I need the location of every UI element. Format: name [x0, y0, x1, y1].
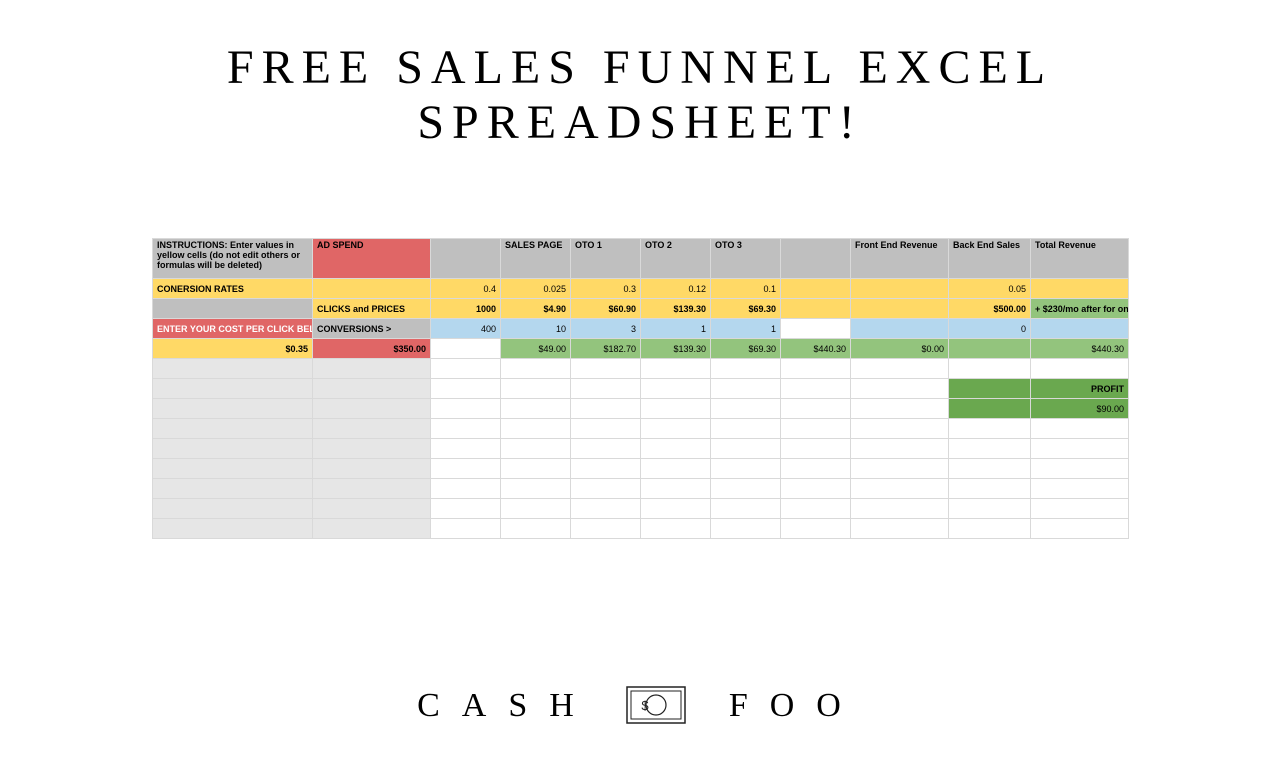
clicks-prices-row: CLICKS and PRICES 1000 $4.90 $60.90 $139… — [153, 299, 1129, 319]
footer-logo: CASH $ FOO — [0, 686, 1280, 730]
cell[interactable]: 0.3 — [571, 279, 641, 299]
cell: 1 — [711, 319, 781, 339]
cell: $182.70 — [571, 339, 641, 359]
cell: $49.00 — [501, 339, 571, 359]
cell[interactable]: 0.4 — [431, 279, 501, 299]
cell[interactable]: 0.025 — [501, 279, 571, 299]
blank-row — [153, 479, 1129, 499]
blank-row — [153, 419, 1129, 439]
cell[interactable]: $69.30 — [711, 299, 781, 319]
cell — [949, 379, 1031, 399]
bes-header: Back End Sales — [949, 239, 1031, 279]
profit-label-row: PROFIT — [153, 379, 1129, 399]
blank-row — [153, 439, 1129, 459]
cpc-prompt: ENTER YOUR COST PER CLICK BELOW — [153, 319, 313, 339]
adspend-header: AD SPEND — [313, 239, 431, 279]
cell — [781, 319, 851, 339]
cell — [1031, 319, 1129, 339]
cell[interactable]: $139.30 — [641, 299, 711, 319]
clicksprices-label: CLICKS and PRICES — [313, 299, 431, 319]
blank-col-h — [781, 239, 851, 279]
blank-col-c — [431, 239, 501, 279]
bes-value: $0.00 — [851, 339, 949, 359]
oto1-header: OTO 1 — [571, 239, 641, 279]
totalrev-header: Total Revenue — [1031, 239, 1129, 279]
total-value: $440.30 — [1031, 339, 1129, 359]
cell — [851, 319, 949, 339]
cpc-input[interactable]: $0.35 — [153, 339, 313, 359]
cell: $69.30 — [711, 339, 781, 359]
cell — [949, 339, 1031, 359]
conversions-label: CONVERSIONS > — [313, 319, 431, 339]
cell[interactable]: 0.12 — [641, 279, 711, 299]
cell[interactable] — [851, 279, 949, 299]
cell: 400 — [431, 319, 501, 339]
fer-header: Front End Revenue — [851, 239, 949, 279]
conversions-row: ENTER YOUR COST PER CLICK BELOW CONVERSI… — [153, 319, 1129, 339]
profit-value-row: $90.00 — [153, 399, 1129, 419]
cell[interactable] — [1031, 279, 1129, 299]
spreadsheet: INSTRUCTIONS: Enter values in yellow cel… — [152, 238, 1129, 539]
footer-right: FOO — [729, 687, 863, 724]
oto3-header: OTO 3 — [711, 239, 781, 279]
cell: $139.30 — [641, 339, 711, 359]
cell: 10 — [501, 319, 571, 339]
footer-left: CASH — [417, 687, 596, 724]
blank-row — [153, 519, 1129, 539]
cell[interactable] — [781, 299, 851, 319]
cell: 3 — [571, 319, 641, 339]
cell[interactable] — [781, 279, 851, 299]
blank-row — [153, 359, 1129, 379]
cell — [949, 399, 1031, 419]
profit-label: PROFIT — [1031, 379, 1129, 399]
profit-value: $90.00 — [1031, 399, 1129, 419]
salespage-header: SALES PAGE — [501, 239, 571, 279]
convrates-label: CONERSION RATES — [153, 279, 313, 299]
svg-text:$: $ — [642, 698, 671, 713]
cell[interactable] — [313, 279, 431, 299]
cell[interactable]: $4.90 — [501, 299, 571, 319]
pwmb-note: + $230/mo after for one year (PWMB) — [1031, 299, 1129, 319]
fer-value: $440.30 — [781, 339, 851, 359]
cell[interactable]: $60.90 — [571, 299, 641, 319]
instructions-cell: INSTRUCTIONS: Enter values in yellow cel… — [153, 239, 313, 279]
cell — [431, 339, 501, 359]
blank-row — [153, 499, 1129, 519]
header-row: INSTRUCTIONS: Enter values in yellow cel… — [153, 239, 1129, 279]
cell[interactable]: 0.1 — [711, 279, 781, 299]
adspend-value: $350.00 — [313, 339, 431, 359]
conversion-rates-row: CONERSION RATES 0.4 0.025 0.3 0.12 0.1 0… — [153, 279, 1129, 299]
cell[interactable] — [851, 299, 949, 319]
blank-row — [153, 459, 1129, 479]
dollar-bill-icon: $ — [626, 686, 686, 724]
cell[interactable]: 0.05 — [949, 279, 1031, 299]
cell[interactable]: $500.00 — [949, 299, 1031, 319]
cell[interactable]: 1000 — [431, 299, 501, 319]
cell: 1 — [641, 319, 711, 339]
money-row: $0.35 $350.00 $49.00 $182.70 $139.30 $69… — [153, 339, 1129, 359]
oto2-header: OTO 2 — [641, 239, 711, 279]
page-title: FREE SALES FUNNEL EXCEL SPREADSHEET! — [0, 40, 1280, 150]
cell: 0 — [949, 319, 1031, 339]
cell — [153, 299, 313, 319]
